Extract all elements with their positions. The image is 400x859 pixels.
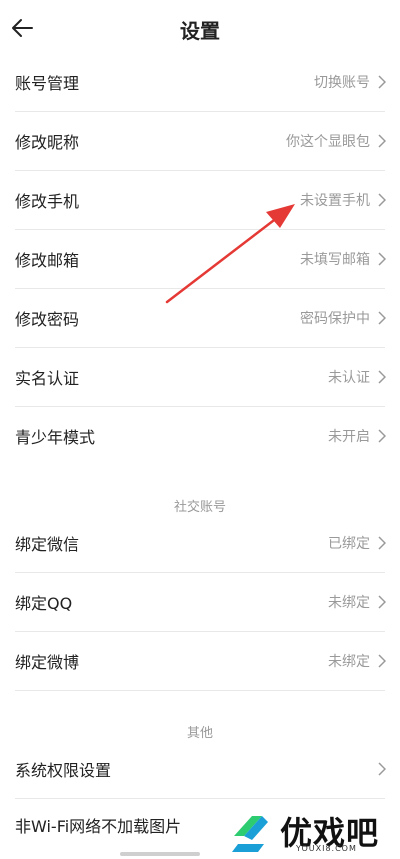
chevron-right-icon (376, 193, 388, 207)
row-real-name-auth[interactable]: 实名认证 未认证 (0, 348, 400, 406)
home-indicator (120, 852, 200, 856)
chevron-right-icon (376, 762, 388, 776)
row-label: 修改邮箱 (15, 251, 80, 270)
row-bind-wechat[interactable]: 绑定微信 已绑定 (0, 514, 400, 572)
row-teen-mode[interactable]: 青少年模式 未开启 (0, 407, 400, 465)
chevron-right-icon (376, 595, 388, 609)
row-label: 修改密码 (15, 310, 80, 329)
row-bind-qq[interactable]: 绑定QQ 未绑定 (0, 573, 400, 631)
row-label: 非Wi-Fi网络不加载图片 (15, 817, 182, 836)
header-bar: 设置 (0, 0, 400, 56)
row-value: 未开启 (328, 429, 370, 445)
row-label: 实名认证 (15, 369, 80, 388)
row-bind-weibo[interactable]: 绑定微博 未绑定 (0, 632, 400, 690)
section-title-social: 社交账号 (173, 500, 226, 515)
row-value: 未填写邮箱 (300, 252, 370, 268)
row-label: 青少年模式 (15, 428, 96, 447)
row-value: 未绑定 (328, 654, 370, 670)
row-label: 修改手机 (15, 192, 80, 211)
watermark: 优戏吧 YOUXI8.COM (222, 802, 400, 859)
watermark-url: YOUXI8.COM (296, 844, 357, 853)
chevron-right-icon (376, 75, 388, 89)
brand-logo-icon (232, 816, 268, 852)
row-edit-email[interactable]: 修改邮箱 未填写邮箱 (0, 230, 400, 288)
row-value: 未设置手机 (300, 193, 370, 209)
row-edit-nickname[interactable]: 修改昵称 你这个显眼包 (0, 112, 400, 170)
row-account-manage[interactable]: 账号管理 切换账号 (0, 53, 400, 111)
row-edit-phone[interactable]: 修改手机 未设置手机 (0, 171, 400, 229)
row-edit-password[interactable]: 修改密码 密码保护中 (0, 289, 400, 347)
row-system-permissions[interactable]: 系统权限设置 (0, 740, 400, 798)
divider (15, 690, 385, 691)
chevron-right-icon (376, 536, 388, 550)
chevron-right-icon (376, 311, 388, 325)
chevron-right-icon (376, 429, 388, 443)
chevron-right-icon (376, 252, 388, 266)
section-title-other: 其他 (186, 726, 213, 741)
chevron-right-icon (376, 134, 388, 148)
page-title: 设置 (180, 19, 220, 43)
row-label: 绑定微信 (15, 535, 80, 554)
row-label: 绑定微博 (15, 653, 80, 672)
chevron-right-icon (376, 654, 388, 668)
row-value: 已绑定 (328, 536, 370, 552)
row-value: 密码保护中 (300, 311, 370, 327)
row-label: 账号管理 (15, 74, 80, 93)
row-value: 未认证 (328, 370, 370, 386)
row-value: 未绑定 (328, 595, 370, 611)
chevron-right-icon (376, 370, 388, 384)
row-label: 系统权限设置 (15, 761, 112, 780)
row-value: 切换账号 (314, 75, 370, 91)
row-value: 你这个显眼包 (286, 134, 370, 150)
row-label: 修改昵称 (15, 133, 80, 152)
row-label: 绑定QQ (15, 594, 73, 613)
